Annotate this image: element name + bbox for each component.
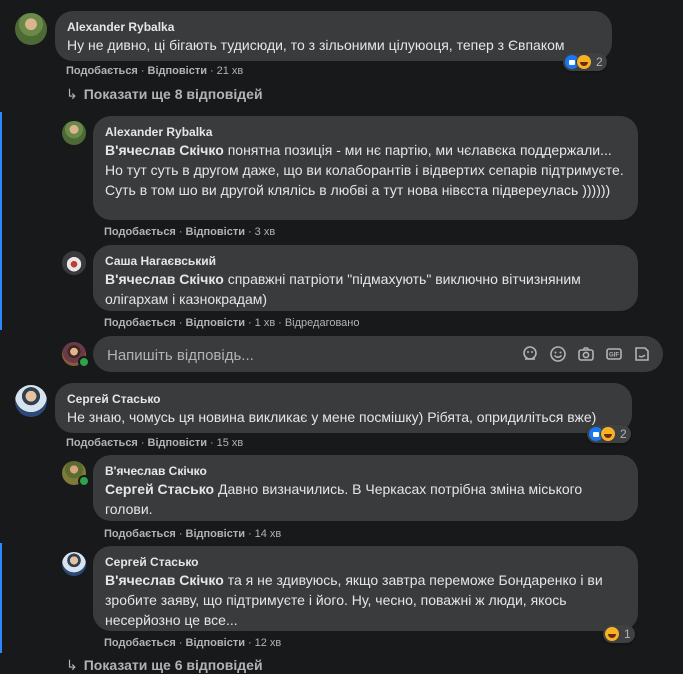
comment-bubble: Сергей Стасько Не знаю, чомусь ця новина… [55, 383, 632, 433]
reply-bubble: Alexander Rybalka В'ячеслав Скічко понят… [93, 116, 638, 220]
mention-link[interactable]: В'ячеслав Скічко [105, 271, 224, 287]
reply-text: В'ячеслав Скічко та я не здивуюсь, якщо … [105, 572, 603, 628]
reply-link[interactable]: Відповісти [186, 317, 245, 329]
reply-author[interactable]: Alexander Rybalka [105, 124, 626, 140]
mention-link[interactable]: В'ячеслав Скічко [105, 572, 224, 588]
reply-actions: Подобається · Відповісти · 14 хв [104, 528, 282, 540]
reply-arrow-icon: ↳ [66, 657, 78, 673]
timestamp[interactable]: 1 хв [255, 317, 276, 329]
reply-actions: Подобається · Відповісти · 12 хв [104, 637, 282, 649]
edited-label[interactable]: Відредаговано [285, 317, 360, 329]
camera-icon[interactable] [577, 345, 595, 363]
reply-link[interactable]: Відповісти [186, 226, 245, 238]
like-link[interactable]: Подобається [104, 317, 176, 329]
reply-author[interactable]: В'ячеслав Скічко [105, 463, 626, 479]
reactions-count: 2 [596, 55, 603, 69]
reply-link[interactable]: Відповісти [186, 528, 245, 540]
haha-reaction-icon [576, 54, 592, 70]
reply-composer[interactable]: GIF [93, 336, 663, 374]
reply-bubble: Сергей Стасько В'ячеслав Скічко та я не … [93, 546, 638, 631]
like-link[interactable]: Подобається [104, 637, 176, 649]
sticker-icon[interactable] [521, 345, 539, 363]
svg-text:GIF: GIF [609, 353, 619, 359]
reply-link[interactable]: Відповісти [148, 437, 207, 449]
haha-reaction-icon [600, 426, 616, 442]
timestamp[interactable]: 3 хв [255, 226, 276, 238]
timestamp[interactable]: 12 хв [255, 637, 282, 649]
show-more-replies-label: Показати ще 8 відповідей [83, 86, 263, 102]
comment-author[interactable]: Сергей Стасько [67, 391, 620, 407]
reply-author[interactable]: Саша Нагаєвський [105, 253, 626, 269]
gif-icon[interactable]: GIF [605, 345, 623, 363]
mention-link[interactable]: Сергей Стасько [105, 481, 214, 497]
timestamp[interactable]: 21 хв [217, 65, 244, 77]
reply-author[interactable]: Сергей Стасько [105, 554, 626, 570]
comment-bubble: Alexander Rybalka Ну не дивно, ці бігают… [55, 11, 612, 61]
online-status-dot [78, 475, 90, 487]
online-status-dot [78, 356, 90, 368]
reactions-count: 1 [624, 627, 631, 641]
thread-indicator [0, 112, 2, 330]
timestamp[interactable]: 15 хв [217, 437, 244, 449]
show-more-replies[interactable]: ↳ Показати ще 6 відповідей [66, 657, 263, 674]
like-link[interactable]: Подобається [66, 65, 138, 77]
reply-text: В'ячеслав Скічко понятна позиція - ми нє… [105, 142, 624, 198]
reply-link[interactable]: Відповісти [148, 65, 207, 77]
haha-reaction-icon [604, 626, 620, 642]
avatar[interactable] [15, 385, 47, 417]
like-link[interactable]: Подобається [104, 528, 176, 540]
like-link[interactable]: Подобається [66, 437, 138, 449]
thread-indicator [0, 543, 2, 653]
avatar[interactable] [62, 121, 86, 145]
comment-text: Не знаю, чомусь ця новина викликає у мен… [67, 409, 597, 425]
mention-link[interactable]: В'ячеслав Скічко [105, 142, 224, 158]
reply-text: В'ячеслав Скічко справжні патріоти "підм… [105, 271, 581, 307]
comment-actions: Подобається · Відповісти · 15 хв [66, 437, 244, 449]
comment-actions: Подобається · Відповісти · 21 хв [66, 65, 244, 77]
like-link[interactable]: Подобається [104, 226, 176, 238]
avatar[interactable] [62, 552, 86, 576]
reply-bubble: В'ячеслав Скічко Сергей Стасько Давно ви… [93, 455, 638, 521]
comment-text: Ну не дивно, ці бігають тудисюди, то з з… [67, 37, 565, 53]
reply-link[interactable]: Відповісти [186, 637, 245, 649]
show-more-replies[interactable]: ↳ Показати ще 8 відповідей [66, 86, 263, 103]
avatar[interactable] [15, 13, 47, 45]
reply-actions: Подобається · Відповісти · 3 хв [104, 226, 276, 238]
reply-arrow-icon: ↳ [66, 86, 78, 102]
reply-text: Сергей Стасько Давно визначились. В Черк… [105, 481, 583, 517]
reactions-summary[interactable]: 1 [603, 625, 635, 643]
reply-bubble: Саша Нагаєвський В'ячеслав Скічко справж… [93, 245, 638, 311]
reply-actions: Подобається · Відповісти · 1 хв · Відредагован… [104, 317, 360, 329]
emoji-icon[interactable] [549, 345, 567, 363]
avatar[interactable] [62, 251, 86, 275]
comment-author[interactable]: Alexander Rybalka [67, 19, 600, 35]
timestamp[interactable]: 14 хв [255, 528, 282, 540]
reactions-summary[interactable]: 2 [563, 53, 607, 71]
reactions-summary[interactable]: 2 [587, 425, 631, 443]
reply-input[interactable] [105, 336, 509, 374]
reactions-count: 2 [620, 427, 627, 441]
sticker-alt-icon[interactable] [633, 345, 651, 363]
